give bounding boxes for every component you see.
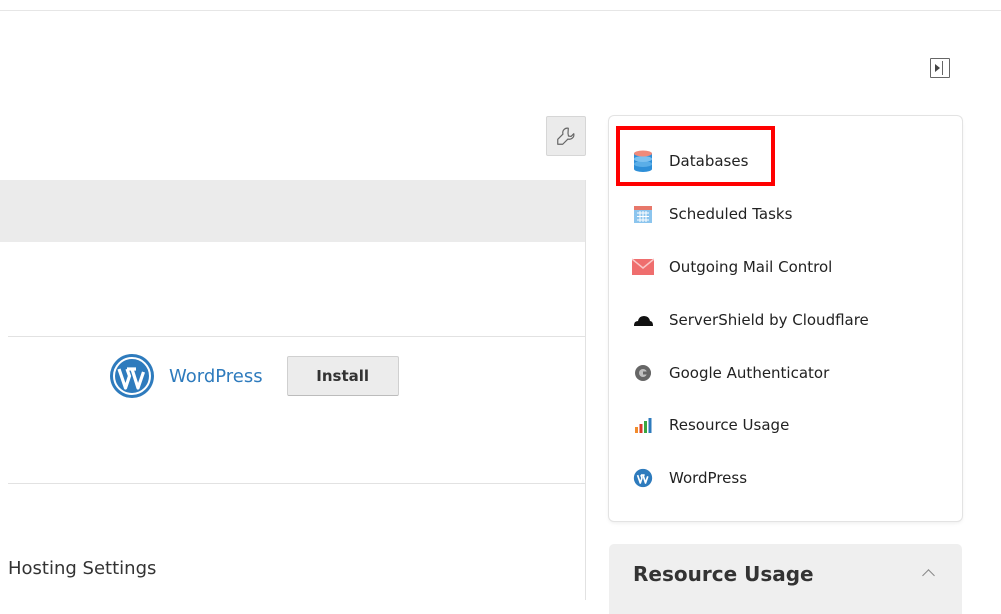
sidebar-item-label: ServerShield by Cloudflare	[669, 311, 869, 329]
hosting-settings-link[interactable]: Hosting Settings	[8, 558, 156, 579]
main-content-card: WordPress Install Hosting Settings	[0, 180, 586, 600]
database-icon	[632, 150, 654, 172]
sidebar-item-label: Resource Usage	[669, 416, 790, 434]
sidebar-item-google-authenticator[interactable]: Google Authenticator	[632, 361, 829, 385]
mail-icon	[632, 256, 654, 278]
tools-sidebar: Databases Scheduled Tasks Outgoing Mail …	[609, 116, 962, 521]
wordpress-row: WordPress Install	[108, 352, 399, 400]
card-header	[0, 180, 585, 242]
divider	[8, 336, 585, 337]
sidebar-item-servershield[interactable]: ServerShield by Cloudflare	[632, 308, 869, 332]
wrench-icon	[557, 127, 575, 145]
wordpress-link[interactable]: WordPress	[169, 366, 263, 387]
install-button[interactable]: Install	[286, 356, 399, 396]
resource-usage-title: Resource Usage	[633, 562, 814, 586]
panel-toggle-icon[interactable]	[930, 58, 950, 78]
chevron-up-icon[interactable]	[922, 569, 935, 582]
top-divider	[0, 10, 1001, 11]
calendar-icon	[632, 203, 654, 225]
sidebar-item-outgoing-mail-control[interactable]: Outgoing Mail Control	[632, 255, 832, 279]
sidebar-item-label: Outgoing Mail Control	[669, 258, 833, 276]
sidebar-item-label: Google Authenticator	[669, 364, 830, 382]
sidebar-item-scheduled-tasks[interactable]: Scheduled Tasks	[632, 202, 792, 226]
wordpress-icon	[632, 467, 654, 489]
customize-button[interactable]	[546, 116, 586, 156]
sidebar-item-label: WordPress	[669, 469, 748, 487]
sidebar-item-wordpress[interactable]: WordPress	[632, 466, 747, 490]
bar-chart-icon	[632, 414, 654, 436]
divider	[8, 483, 585, 484]
wordpress-logo-icon	[110, 354, 154, 398]
resource-usage-panel: Resource Usage	[609, 544, 962, 614]
authenticator-icon	[632, 362, 654, 384]
cloud-icon	[632, 309, 654, 331]
sidebar-item-label: Scheduled Tasks	[669, 205, 793, 223]
sidebar-item-databases[interactable]: Databases	[632, 149, 748, 173]
sidebar-item-label: Databases	[669, 152, 749, 170]
sidebar-item-resource-usage[interactable]: Resource Usage	[632, 413, 789, 437]
